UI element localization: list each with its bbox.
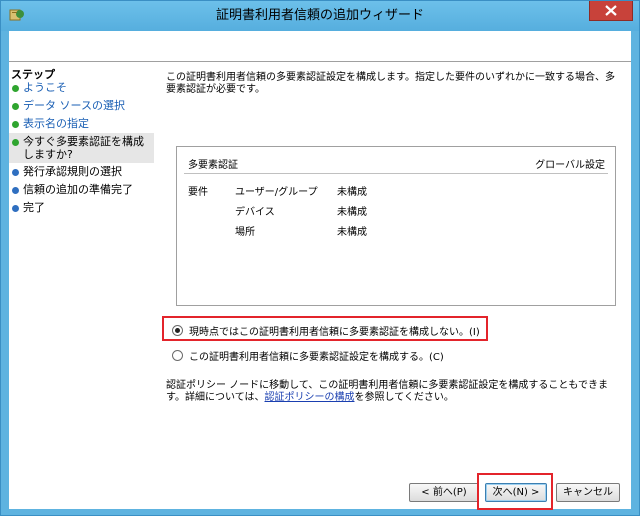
step-label: ようこそ	[23, 81, 67, 94]
window-title: 証明書利用者信頼の追加ウィザード	[215, 8, 424, 23]
mfa-heading: 多要素認証	[188, 160, 238, 171]
step-issuance-rules: 発行承認規則の選択	[9, 165, 154, 178]
radio-label: 現時点ではこの証明書利用者信頼に多要素認証を構成しない。(I)	[189, 327, 480, 338]
requirement-name: 場所	[235, 227, 255, 238]
step-select-data-source[interactable]: データ ソースの選択	[9, 99, 154, 112]
radio-label: この証明書利用者信頼に多要素認証設定を構成する。(C)	[189, 352, 444, 363]
main-pane: この証明書利用者信頼の多要素認証設定を構成します。指定した要件のいずれかに一致す…	[159, 62, 627, 509]
step-done-icon	[12, 121, 19, 128]
step-ready-to-add: 信頼の追加の準備完了	[9, 183, 154, 196]
step-pending-icon	[12, 187, 19, 194]
step-done-icon	[12, 85, 19, 92]
step-specify-display-name[interactable]: 表示名の指定	[9, 117, 154, 130]
step-done-icon	[12, 103, 19, 110]
policy-note: 認証ポリシー ノードに移動して、この証明書利用者信頼に多要素認証設定を構成するこ…	[166, 380, 621, 404]
step-label: 発行承認規則の選択	[23, 165, 122, 178]
step-label: データ ソースの選択	[23, 99, 125, 112]
header-band	[9, 31, 631, 61]
wizard-client-area: ステップ ようこそ データ ソースの選択 表示名の指定 今すぐ多要素認証を構成し…	[9, 31, 631, 510]
step-label: 信頼の追加の準備完了	[23, 183, 133, 196]
mfa-divider	[184, 173, 608, 174]
steps-title: ステップ	[11, 68, 55, 81]
step-configure-mfa[interactable]: 今すぐ多要素認証を構成しますか?	[9, 133, 154, 163]
next-button[interactable]: 次へ(N) >	[485, 483, 547, 502]
requirement-name: ユーザー/グループ	[235, 187, 318, 198]
step-label: 完了	[23, 201, 45, 214]
wizard-window: 証明書利用者信頼の追加ウィザード ステップ ようこそ データ ソースの選択 表示…	[0, 0, 640, 516]
requirement-value: 未構成	[337, 227, 367, 238]
close-button[interactable]	[589, 1, 633, 21]
global-setting-label: グローバル設定	[535, 160, 605, 171]
step-pending-icon	[12, 169, 19, 176]
radio-no-configure-mfa[interactable]: 現時点ではこの証明書利用者信頼に多要素認証を構成しない。(I)	[172, 323, 480, 338]
back-button[interactable]: < 前へ(P)	[409, 483, 479, 502]
title-bar[interactable]: 証明書利用者信頼の追加ウィザード	[1, 1, 639, 31]
close-icon	[605, 5, 617, 16]
step-label: 今すぐ多要素認証を構成しますか?	[23, 135, 144, 161]
requirement-value: 未構成	[337, 207, 367, 218]
cancel-button[interactable]: キャンセル	[556, 483, 620, 502]
policy-note-suffix: を参照してください。	[354, 392, 454, 403]
step-welcome[interactable]: ようこそ	[9, 81, 154, 94]
radio-unchecked-icon[interactable]	[172, 350, 183, 361]
requirement-value: 未構成	[337, 187, 367, 198]
radio-configure-mfa[interactable]: この証明書利用者信頼に多要素認証設定を構成する。(C)	[172, 348, 444, 363]
requirements-label: 要件	[188, 187, 208, 198]
authentication-policy-link[interactable]: 認証ポリシーの構成	[265, 392, 355, 403]
step-current-icon	[12, 139, 19, 146]
mfa-settings-box: 多要素認証 グローバル設定 要件 ユーザー/グループ 未構成 デバイス 未構成 …	[176, 146, 616, 306]
step-finish: 完了	[9, 201, 154, 214]
intro-text: この証明書利用者信頼の多要素認証設定を構成します。指定した要件のいずれかに一致す…	[166, 72, 615, 95]
step-pending-icon	[12, 205, 19, 212]
steps-pane: ステップ ようこそ データ ソースの選択 表示名の指定 今すぐ多要素認証を構成し…	[9, 62, 154, 509]
step-label: 表示名の指定	[23, 117, 89, 130]
radio-checked-icon[interactable]	[172, 325, 183, 336]
requirement-name: デバイス	[235, 207, 275, 218]
